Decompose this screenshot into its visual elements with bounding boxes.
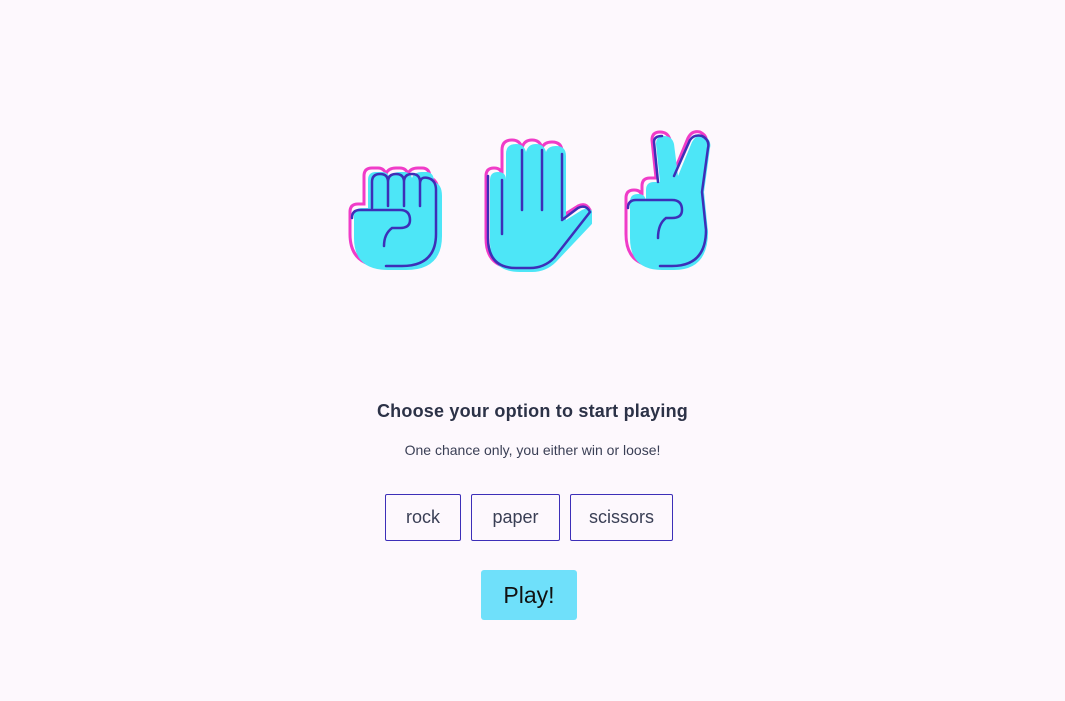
scissors-hand-icon bbox=[622, 128, 718, 270]
rock-button[interactable]: rock bbox=[385, 494, 461, 541]
page-subtitle: One chance only, you either win or loose… bbox=[404, 442, 661, 458]
page-title: Choose your option to start playing bbox=[376, 401, 688, 421]
game-page: Choose your option to start playing One … bbox=[0, 0, 1065, 701]
rock-hand-icon bbox=[344, 162, 444, 272]
scissors-button[interactable]: scissors bbox=[570, 494, 673, 541]
paper-button[interactable]: paper bbox=[471, 494, 560, 541]
paper-hand-icon bbox=[482, 136, 592, 272]
hand-icons-row bbox=[340, 128, 720, 273]
play-button[interactable]: Play! bbox=[481, 570, 577, 620]
